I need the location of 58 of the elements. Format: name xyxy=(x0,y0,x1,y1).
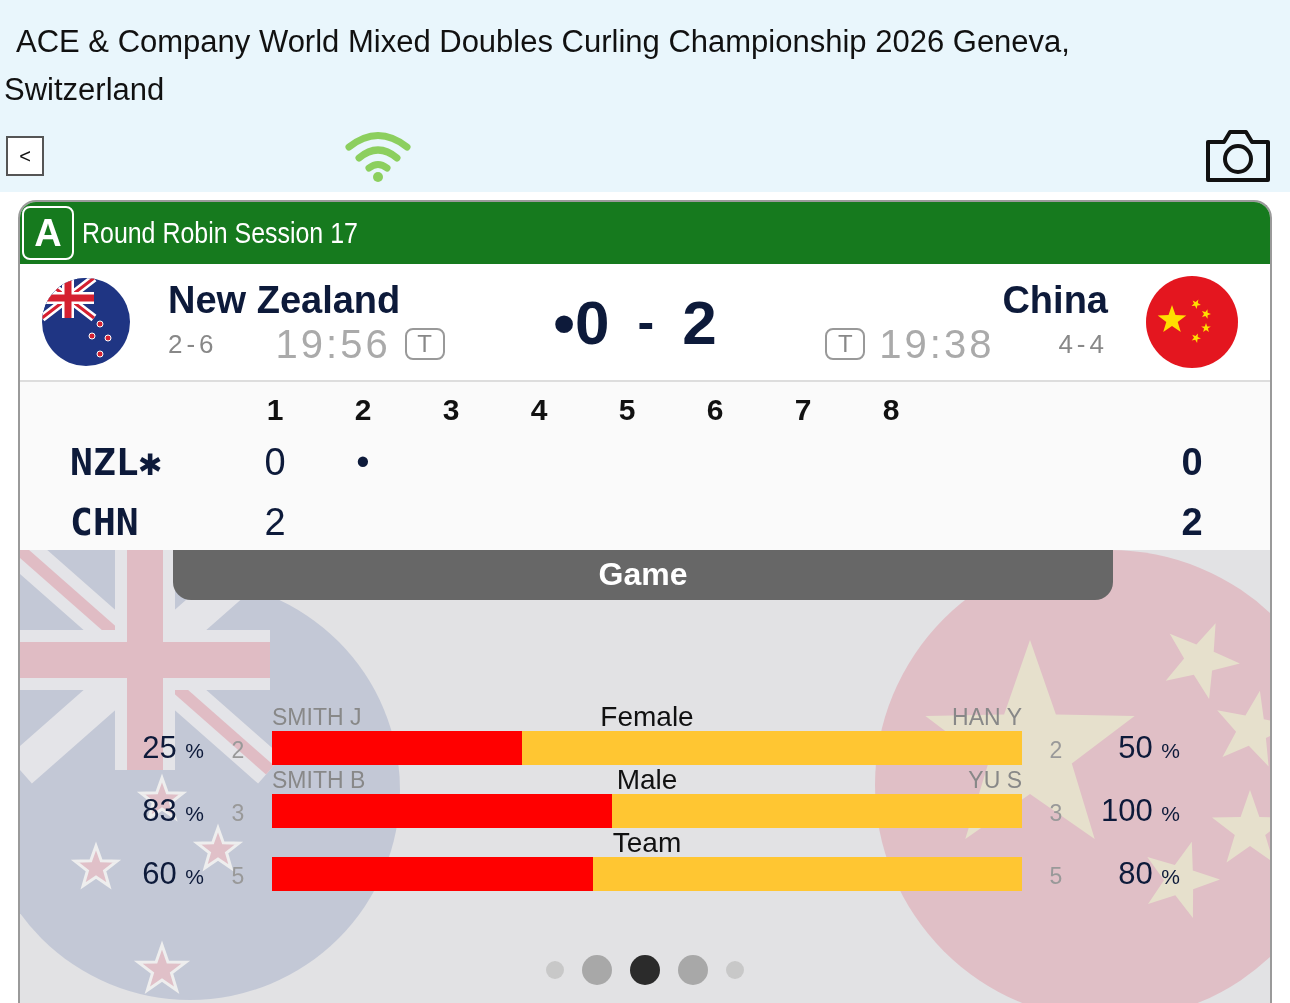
percentage: 80 % xyxy=(1117,857,1180,891)
thinking-time: 19:56 xyxy=(275,321,391,367)
team-record: 2-6 xyxy=(168,328,218,360)
count: 5 xyxy=(1048,862,1064,891)
total-score: 2 xyxy=(1180,500,1204,545)
camera-icon[interactable] xyxy=(1204,128,1272,184)
score: •0 xyxy=(553,286,610,358)
team-record: 4-4 xyxy=(1058,328,1108,360)
count: 3 xyxy=(230,799,246,828)
count: 2 xyxy=(1048,736,1064,765)
player-name: YU S xyxy=(968,767,1022,793)
game-tab[interactable]: Game xyxy=(173,550,1113,600)
count: 3 xyxy=(1048,799,1064,828)
page-dot[interactable] xyxy=(678,955,708,985)
end-number: 7 xyxy=(793,392,813,428)
page-dot[interactable] xyxy=(630,955,660,985)
team-code: CHN xyxy=(70,499,140,546)
player-name: HAN Y xyxy=(952,704,1022,730)
end-number: 3 xyxy=(441,392,461,428)
count: 5 xyxy=(230,862,246,891)
percentage: 100 % xyxy=(1099,794,1180,828)
player-name: SMITH B xyxy=(272,767,366,793)
score-separator: - xyxy=(637,293,655,351)
end-score: 0 xyxy=(263,440,287,485)
timeout-badge: T xyxy=(825,328,866,360)
percentage: 60 % xyxy=(141,857,204,891)
page-title: ACE & Company World Mixed Doubles Curling Championship 2026 Geneva, Switzerland xyxy=(4,23,1071,109)
back-button[interactable]: < xyxy=(6,136,44,176)
sheet-badge: A xyxy=(22,206,74,260)
page-dot[interactable] xyxy=(546,961,564,979)
player-name: SMITH J xyxy=(272,704,362,730)
page-dot[interactable] xyxy=(726,961,744,979)
percentage: 83 % xyxy=(141,794,204,828)
end-number: 6 xyxy=(705,392,725,428)
percentage: 50 % xyxy=(1117,731,1180,765)
end-number: 5 xyxy=(617,392,637,428)
end-score: 2 xyxy=(263,500,287,545)
end-number: 1 xyxy=(265,392,285,428)
end-number: 2 xyxy=(353,392,373,428)
percentage: 25 % xyxy=(141,731,204,765)
wifi-icon xyxy=(344,130,412,182)
timeout-badge: T xyxy=(404,328,445,360)
score: 2 xyxy=(682,286,717,358)
team-name: New Zealand xyxy=(168,277,401,322)
stat-label: Male xyxy=(616,765,678,795)
end-number: 4 xyxy=(529,392,549,428)
team-code: NZL✱ xyxy=(70,439,163,486)
thinking-time: 19:38 xyxy=(879,321,995,367)
stat-label: Team xyxy=(612,828,682,858)
team-name: China xyxy=(1002,277,1108,322)
page-dot[interactable] xyxy=(582,955,612,985)
end-score: • xyxy=(355,440,371,485)
end-number: 8 xyxy=(881,392,901,428)
stat-label: Female xyxy=(600,702,694,732)
count: 2 xyxy=(230,736,246,765)
session-title: Round Robin Session 17 xyxy=(82,216,358,250)
total-score: 0 xyxy=(1180,440,1204,485)
china-flag-icon xyxy=(1146,276,1238,368)
